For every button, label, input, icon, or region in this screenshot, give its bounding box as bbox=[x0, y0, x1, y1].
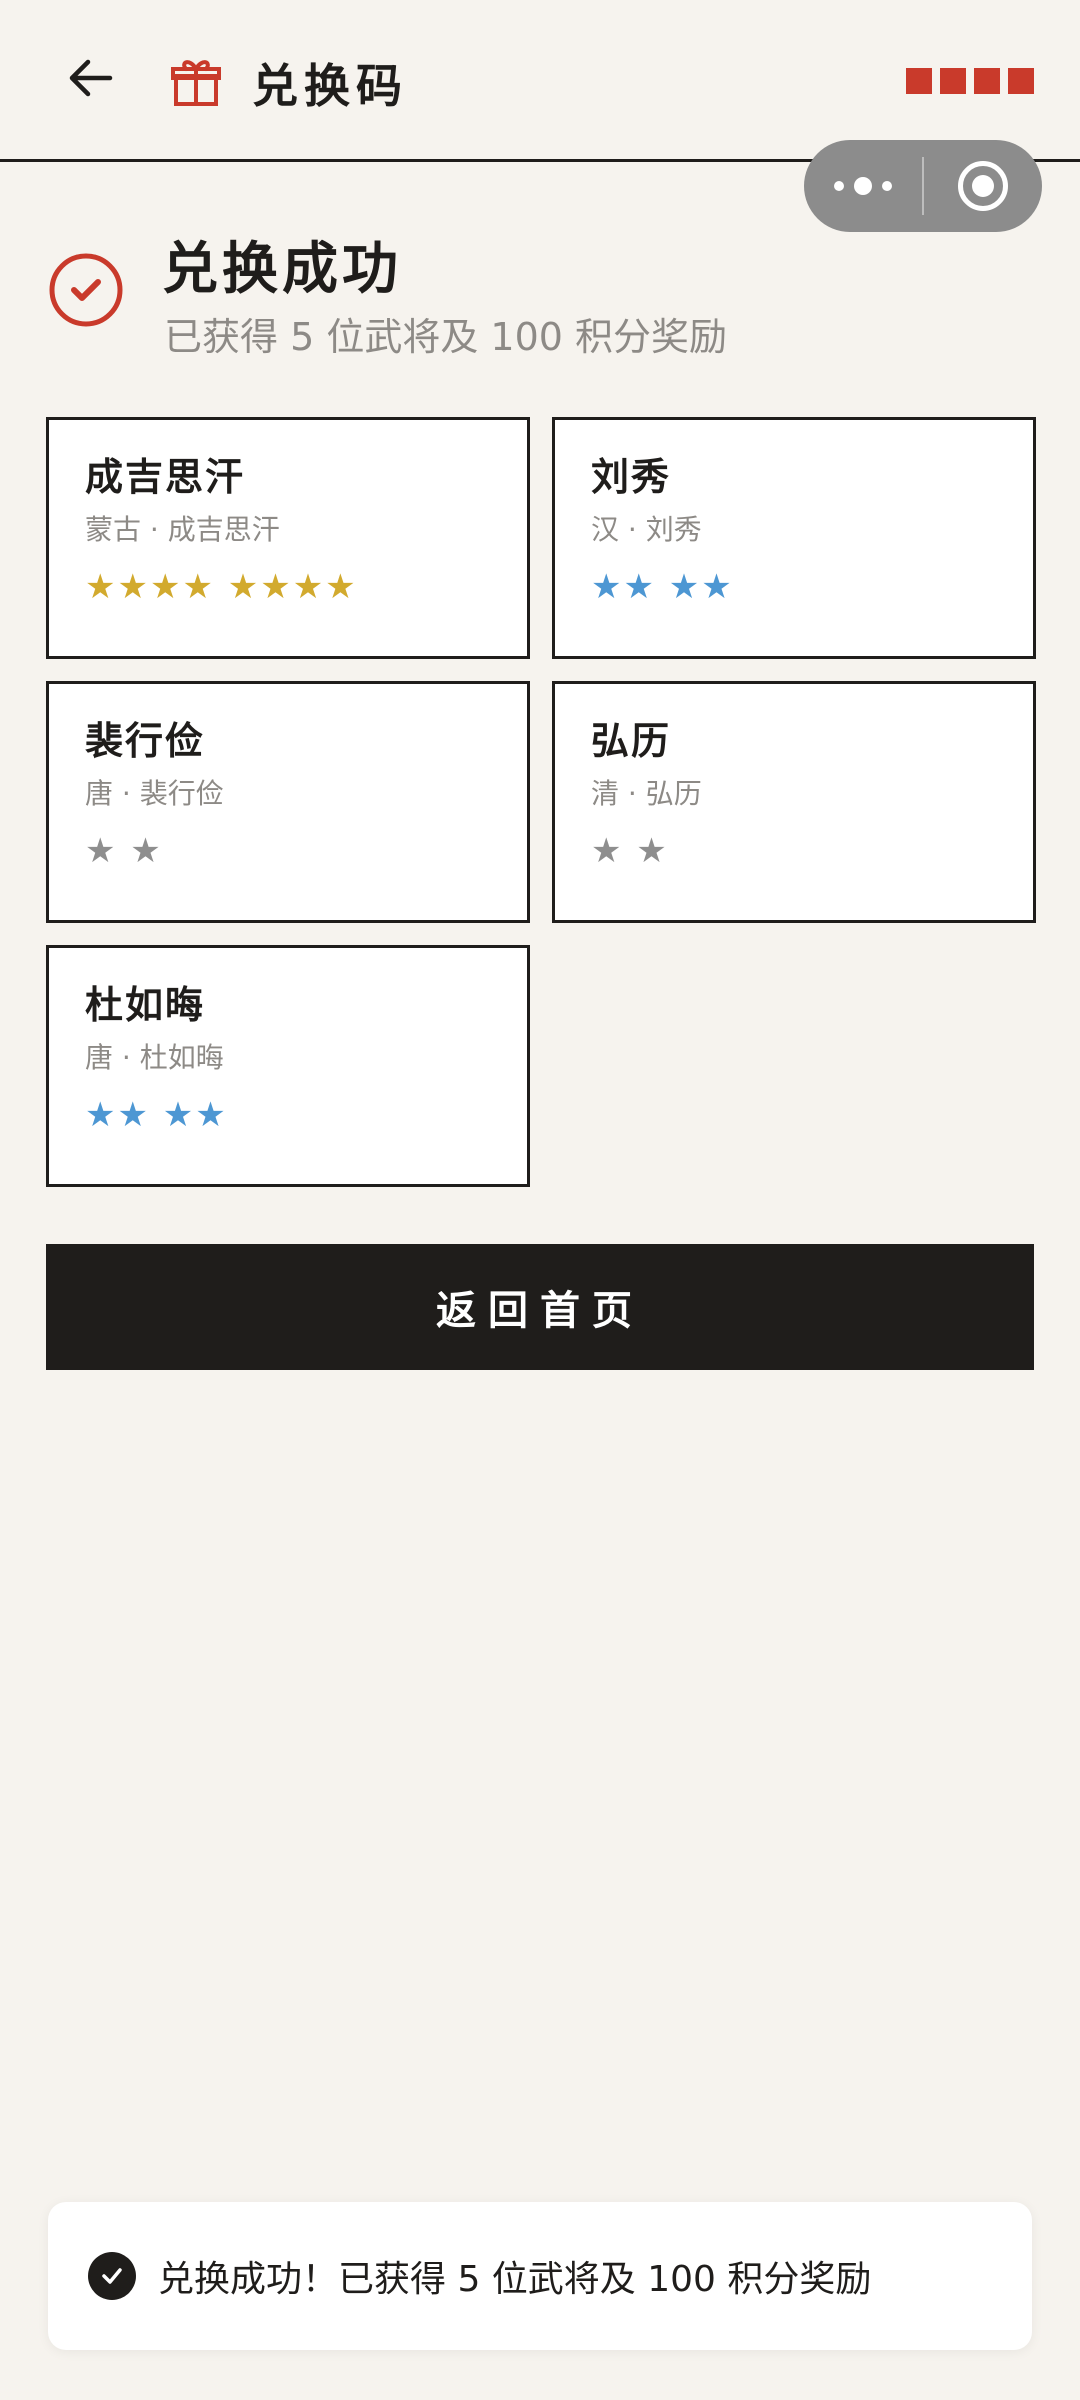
hero-name: 成吉思汗 bbox=[85, 455, 246, 499]
arrow-left-icon bbox=[69, 59, 113, 97]
hero-name: 杜如晦 bbox=[85, 983, 206, 1027]
hero-name: 刘秀 bbox=[591, 455, 672, 499]
back-button[interactable] bbox=[58, 46, 122, 110]
hero-origin: 蒙古 · 成吉思汗 bbox=[85, 513, 280, 546]
success-subtitle: 已获得 5 位武将及 100 积分奖励 bbox=[164, 315, 728, 359]
hero-star-rating: ★ ★ bbox=[591, 831, 669, 871]
return-home-button[interactable]: 返回首页 bbox=[46, 1244, 1034, 1370]
hero-card: 成吉思汗 蒙古 · 成吉思汗 ★★★★ ★★★★ bbox=[46, 417, 530, 659]
hero-card: 刘秀 汉 · 刘秀 ★★ ★★ bbox=[552, 417, 1036, 659]
hero-origin: 汉 · 刘秀 bbox=[591, 513, 702, 546]
hero-card: 裴行俭 唐 · 裴行俭 ★ ★ bbox=[46, 681, 530, 923]
check-icon bbox=[88, 2252, 136, 2300]
hero-origin: 唐 · 杜如晦 bbox=[85, 1041, 224, 1074]
brand-square bbox=[940, 68, 966, 94]
hero-star-rating: ★★ ★★ bbox=[591, 567, 734, 607]
hero-star-rating: ★★★★ ★★★★ bbox=[85, 567, 358, 607]
top-bar: 兑换码 bbox=[0, 0, 1080, 162]
more-dots-icon[interactable] bbox=[804, 140, 922, 232]
hero-name: 弘历 bbox=[591, 719, 672, 763]
brand-logo bbox=[906, 68, 1034, 94]
brand-square bbox=[974, 68, 1000, 94]
hero-origin: 唐 · 裴行俭 bbox=[85, 777, 224, 810]
hero-name: 裴行俭 bbox=[85, 719, 206, 763]
hero-star-rating: ★ ★ bbox=[85, 831, 163, 871]
close-target-icon[interactable] bbox=[924, 140, 1042, 232]
brand-square bbox=[906, 68, 932, 94]
hero-card: 弘历 清 · 弘历 ★ ★ bbox=[552, 681, 1036, 923]
brand-square bbox=[1008, 68, 1034, 94]
check-circle-icon bbox=[49, 253, 123, 327]
mini-program-capsule bbox=[804, 140, 1042, 232]
hero-origin: 清 · 弘历 bbox=[591, 777, 702, 810]
page-title: 兑换码 bbox=[252, 59, 408, 113]
toast-message: 兑换成功！已获得 5 位武将及 100 积分奖励 bbox=[158, 2259, 872, 2300]
success-toast: 兑换成功！已获得 5 位武将及 100 积分奖励 bbox=[48, 2202, 1032, 2350]
hero-card: 杜如晦 唐 · 杜如晦 ★★ ★★ bbox=[46, 945, 530, 1187]
success-title: 兑换成功 bbox=[162, 237, 402, 302]
gift-icon bbox=[171, 60, 221, 106]
hero-star-rating: ★★ ★★ bbox=[85, 1095, 228, 1135]
